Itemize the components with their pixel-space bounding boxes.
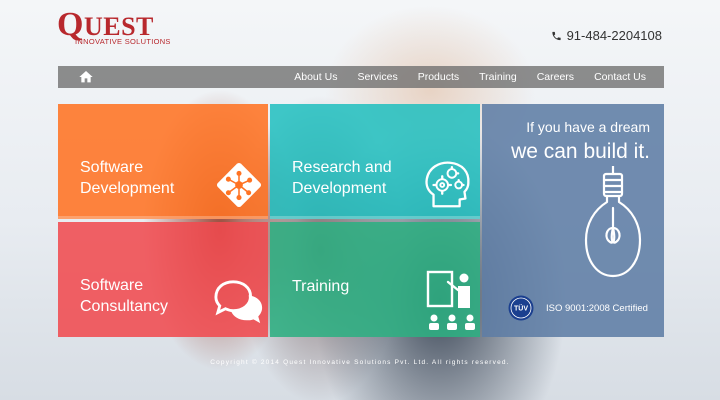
company-logo[interactable]: QUEST INNOVATIVE SOLUTIONS [57,6,171,47]
brain-gears-icon [425,161,470,208]
lightbulb-icon [584,166,642,278]
nav-item-training[interactable]: Training [469,66,527,88]
nav-item-products[interactable]: Products [408,66,469,88]
tile-training-label: Training [292,278,350,295]
logo-brand-text: QUEST [57,6,154,43]
promo-line-2: we can build it. [511,140,650,163]
phone-icon [551,31,561,40]
footer-copyright: Copyright © 2014 Quest Innovative Soluti… [210,359,510,366]
tile-software-development-label: Software Development [80,159,175,197]
logo-tagline: INNOVATIVE SOLUTIONS [75,37,171,46]
tile-research-development[interactable]: Research and Development [270,104,480,219]
tile-research-development-label: Research and Development [292,159,392,197]
iso-certification-text: ISO 9001:2008 Certified [546,303,648,314]
tuv-certification-badge: TÜV [508,295,534,321]
badge-text: TÜV [514,304,528,313]
nav-item-careers[interactable]: Careers [527,66,584,88]
tile-software-consultancy-label: Software Consultancy [80,277,169,315]
classroom-board-icon [426,270,475,330]
main-navigation: About Us Services Products Training Care… [58,66,664,88]
nav-item-contact-us[interactable]: Contact Us [584,66,656,88]
tile-software-consultancy[interactable]: Software Consultancy [58,222,268,337]
phone-contact: 91-484-2204108 [551,28,662,43]
nav-item-services[interactable]: Services [347,66,407,88]
nav-item-about-us[interactable]: About Us [284,66,347,88]
phone-number: 91-484-2204108 [566,28,662,43]
network-diamond-icon [216,162,262,208]
tile-dream-promo: If you have a dream we can build it. TÜV… [482,104,664,337]
home-icon[interactable] [78,69,94,85]
tile-training[interactable]: Training [270,222,480,337]
tile-software-development[interactable]: Software Development [58,104,268,219]
promo-line-1: If you have a dream [526,119,650,135]
chat-bubbles-icon [214,280,263,324]
